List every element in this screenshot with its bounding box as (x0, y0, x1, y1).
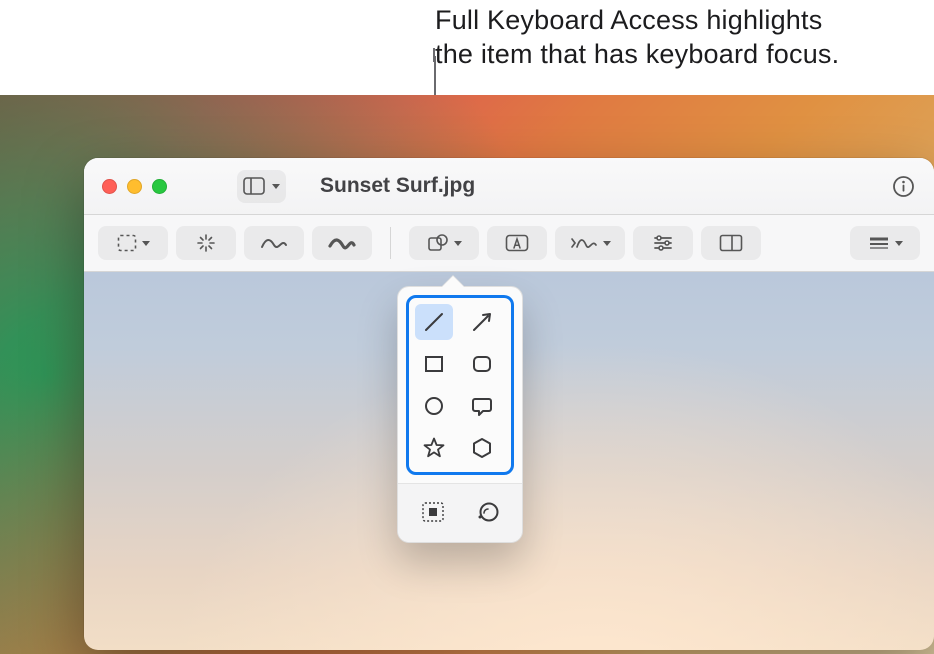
chevron-down-icon (895, 241, 903, 246)
instant-alpha-button[interactable] (176, 226, 236, 260)
shape-polygon[interactable] (463, 430, 501, 466)
shape-line[interactable] (415, 304, 453, 340)
toolbar-separator (390, 227, 391, 259)
shape-rectangle[interactable] (415, 346, 453, 382)
rounded-rectangle-icon (469, 351, 495, 377)
rectangle-icon (421, 351, 447, 377)
arrow-icon (469, 309, 495, 335)
sliders-icon (652, 234, 674, 252)
adjust-color-button[interactable] (633, 226, 693, 260)
inspector-button[interactable] (891, 174, 916, 199)
shape-speech-bubble[interactable] (463, 388, 501, 424)
shape-oval[interactable] (415, 388, 453, 424)
sketch-button[interactable] (244, 226, 304, 260)
shape-rounded-rectangle[interactable] (463, 346, 501, 382)
sidebar-icon (243, 177, 265, 195)
sign-button[interactable] (555, 226, 625, 260)
shape-style-button[interactable] (850, 226, 920, 260)
shape-extras-row (398, 483, 522, 542)
popover-arrow-icon (442, 276, 464, 287)
signature-icon (570, 235, 598, 251)
shape-star[interactable] (415, 430, 453, 466)
hexagon-icon (469, 435, 495, 461)
zoom-button[interactable] (152, 179, 167, 194)
caption-line2: the item that has keyboard focus. (435, 39, 839, 69)
preview-window: Sunset Surf.jpg (84, 158, 934, 648)
minimize-button[interactable] (127, 179, 142, 194)
traffic-lights (102, 179, 167, 194)
shape-mask[interactable] (412, 494, 454, 530)
shapes-icon (427, 233, 449, 253)
text-button[interactable] (487, 226, 547, 260)
chevron-down-icon (603, 241, 611, 246)
chevron-down-icon (142, 241, 150, 246)
shape-grid[interactable] (406, 295, 514, 475)
selection-icon (117, 234, 137, 252)
speech-bubble-icon (469, 393, 495, 419)
markup-toolbar (84, 215, 934, 272)
shape-arrow[interactable] (463, 304, 501, 340)
sparkle-icon (195, 232, 217, 254)
draw-button[interactable] (312, 226, 372, 260)
chevron-down-icon (272, 184, 280, 189)
shapes-button[interactable] (409, 226, 479, 260)
shape-loupe[interactable] (466, 494, 508, 530)
draw-icon (328, 235, 356, 251)
text-icon (505, 234, 529, 252)
chevron-down-icon (454, 241, 462, 246)
close-button[interactable] (102, 179, 117, 194)
window-title: Sunset Surf.jpg (320, 174, 475, 198)
line-icon (421, 309, 447, 335)
adjust-size-icon (719, 234, 743, 252)
titlebar[interactable]: Sunset Surf.jpg (84, 158, 934, 215)
adjust-size-button[interactable] (701, 226, 761, 260)
loupe-icon (474, 499, 500, 525)
mask-icon (420, 500, 446, 524)
shapes-popover (397, 286, 523, 543)
toolbar-flex-spacer (779, 227, 832, 259)
line-style-icon (868, 236, 890, 250)
info-icon (892, 175, 915, 198)
star-icon (421, 435, 447, 461)
selection-tool-button[interactable] (98, 226, 168, 260)
sketch-icon (260, 235, 288, 251)
oval-icon (421, 393, 447, 419)
sidebar-toggle[interactable] (237, 170, 286, 203)
caption-line1: Full Keyboard Access highlights (435, 5, 822, 35)
caption: Full Keyboard Access highlights the item… (435, 4, 895, 72)
